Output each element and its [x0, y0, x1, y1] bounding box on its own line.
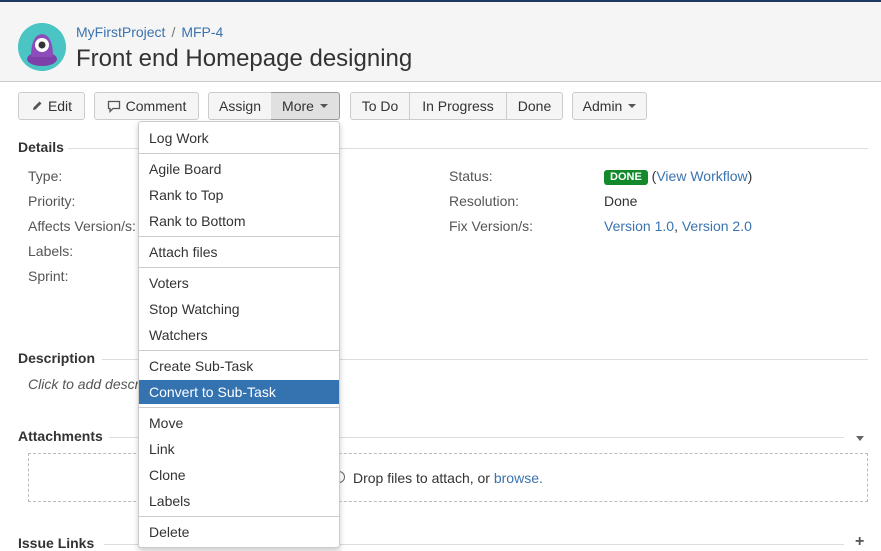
- status-badge: DONE: [604, 170, 648, 185]
- attachments-options-chevron-icon[interactable]: [856, 436, 864, 441]
- fix-version-link[interactable]: Version 2.0: [682, 218, 752, 234]
- issue-links-heading[interactable]: Issue Links: [18, 535, 94, 551]
- breadcrumb-separator: /: [171, 24, 176, 40]
- done-button[interactable]: Done: [506, 92, 563, 120]
- menu-item-clone[interactable]: Clone: [139, 463, 339, 487]
- status-label: Status:: [449, 168, 493, 184]
- edit-button[interactable]: Edit: [18, 92, 85, 120]
- menu-item-rank-to-top[interactable]: Rank to Top: [139, 183, 339, 207]
- menu-separator: [139, 350, 339, 351]
- menu-item-attach-files[interactable]: Attach files: [139, 240, 339, 264]
- comment-icon: [107, 100, 120, 113]
- menu-separator: [139, 407, 339, 408]
- chevron-down-icon: [319, 104, 328, 108]
- sprint-label: Sprint:: [28, 268, 69, 284]
- menu-item-labels[interactable]: Labels: [139, 489, 339, 513]
- menu-separator: [139, 516, 339, 517]
- affects-versions-label: Affects Version/s:: [28, 218, 136, 234]
- issue-header: MyFirstProject / MFP-4 Front end Homepage …: [0, 2, 881, 82]
- assign-button-label: Assign: [218, 98, 262, 114]
- menu-item-rank-to-bottom[interactable]: Rank to Bottom: [139, 209, 339, 233]
- done-button-label: Done: [517, 98, 552, 114]
- attachments-heading[interactable]: Attachments: [18, 428, 103, 444]
- paren-close: ): [747, 168, 753, 184]
- pencil-icon: [32, 101, 42, 110]
- assign-button[interactable]: Assign: [208, 92, 272, 120]
- menu-separator: [139, 153, 339, 154]
- breadcrumb-issue-key-link[interactable]: MFP-4: [181, 24, 223, 40]
- more-button[interactable]: More: [271, 92, 340, 120]
- in-progress-button-label: In Progress: [422, 98, 494, 114]
- admin-button[interactable]: Admin: [572, 92, 647, 120]
- details-heading[interactable]: Details: [18, 139, 64, 155]
- fix-versions-value: Version 1.0, Version 2.0: [604, 218, 752, 234]
- breadcrumb: MyFirstProject / MFP-4: [76, 24, 223, 40]
- drop-files-text: Drop files to attach, or: [353, 470, 494, 486]
- menu-item-log-work[interactable]: Log Work: [139, 126, 339, 150]
- browse-link[interactable]: browse.: [494, 470, 543, 486]
- labels-label: Labels:: [28, 243, 74, 259]
- menu-item-convert-to-sub-task[interactable]: Convert to Sub-Task: [139, 380, 339, 404]
- edit-button-label: Edit: [47, 98, 73, 114]
- dropzone-text: Drop files to attach, or browse.: [353, 470, 543, 486]
- in-progress-button[interactable]: In Progress: [409, 92, 507, 120]
- project-avatar[interactable]: [18, 23, 66, 71]
- menu-item-agile-board[interactable]: Agile Board: [139, 157, 339, 181]
- comment-button-label: Comment: [125, 98, 187, 114]
- todo-button-label: To Do: [361, 98, 399, 114]
- monster-avatar-icon: [18, 23, 66, 71]
- view-workflow-link[interactable]: View Workflow: [656, 168, 747, 184]
- chevron-down-icon: [628, 104, 637, 108]
- breadcrumb-project-link[interactable]: MyFirstProject: [76, 24, 165, 40]
- comment-button[interactable]: Comment: [94, 92, 199, 120]
- priority-label: Priority:: [28, 193, 76, 209]
- more-dropdown-menu: Log Work Agile Board Rank to Top Rank to…: [138, 121, 340, 548]
- todo-button[interactable]: To Do: [350, 92, 410, 120]
- menu-item-create-sub-task[interactable]: Create Sub-Task: [139, 354, 339, 378]
- issue-title[interactable]: Front end Homepage designing: [76, 45, 412, 73]
- type-label: Type:: [28, 168, 63, 184]
- menu-item-voters[interactable]: Voters: [139, 271, 339, 295]
- description-heading[interactable]: Description: [18, 350, 95, 366]
- add-link-plus-icon[interactable]: +: [855, 534, 864, 550]
- menu-separator: [139, 236, 339, 237]
- resolution-label: Resolution:: [449, 193, 520, 209]
- resolution-value: Done: [604, 193, 638, 209]
- menu-item-watchers[interactable]: Watchers: [139, 323, 339, 347]
- fix-versions-label: Fix Version/s:: [449, 218, 534, 234]
- menu-item-stop-watching[interactable]: Stop Watching: [139, 297, 339, 321]
- menu-separator: [139, 267, 339, 268]
- comma-separator: ,: [674, 218, 682, 234]
- fix-version-link[interactable]: Version 1.0: [604, 218, 674, 234]
- menu-item-delete[interactable]: Delete: [139, 520, 339, 544]
- menu-item-move[interactable]: Move: [139, 411, 339, 435]
- admin-button-label: Admin: [582, 98, 623, 114]
- more-button-label: More: [282, 98, 314, 114]
- menu-item-link[interactable]: Link: [139, 437, 339, 461]
- status-value: DONE (View Workflow): [604, 168, 752, 185]
